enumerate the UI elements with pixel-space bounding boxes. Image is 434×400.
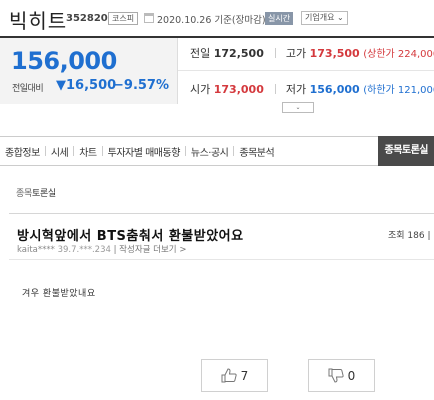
realtime-button[interactable]: 실시간 [265, 12, 294, 25]
post-body: 겨우 환불받았내요 [22, 289, 96, 299]
prev-close-label: 전일 [190, 47, 211, 60]
price-change: ▼16,500 [56, 78, 117, 93]
quote-box: 156,000 전일대비 ▼16,500 −9.57% 전일 172,500 고… [0, 38, 434, 104]
thumbs-down-icon [328, 368, 344, 383]
author-name[interactable]: kaita**** [17, 245, 55, 255]
tab-news[interactable]: 뉴스·공시 [186, 144, 233, 159]
high-value: 173,500 [309, 47, 360, 60]
author-ip: 39.7.***.234 [54, 245, 114, 255]
quote-row-2: 시가 173,000 저가 156,000 (하한가 121,000) [190, 81, 434, 97]
tab-chart[interactable]: 차트 [74, 144, 101, 159]
post-title: 방시혁앞에서 BTS춤춰서 환불받았어요 [17, 229, 244, 244]
breadcrumb-current: 토론실 [31, 189, 56, 199]
divider [9, 259, 434, 260]
like-button[interactable]: 7 [201, 359, 268, 392]
high-label: 고가 [285, 47, 307, 60]
current-price: 156,000 [11, 47, 117, 75]
chevron-down-icon: ⌄ [337, 13, 344, 22]
change-label: 전일대비 [12, 84, 44, 94]
stock-name: 빅히트 [9, 9, 68, 33]
tab-overview[interactable]: 종합정보 [0, 144, 45, 159]
dislike-button[interactable]: 0 [308, 359, 375, 392]
tab-price[interactable]: 시세 [46, 144, 73, 159]
breadcrumb-prefix: 종목 [16, 189, 32, 199]
market-badge: 코스피 [108, 12, 139, 25]
tab-investor-trading[interactable]: 투자자별 매매동향 [103, 144, 185, 159]
like-count: 7 [240, 368, 249, 383]
divider [178, 70, 434, 71]
stock-header: 빅히트 352820 코스피 2020.10.26 기준(장마감) 실시간 기업… [0, 0, 434, 36]
breadcrumb: 종목토론실 [16, 186, 56, 199]
low-value: 156,000 [309, 83, 360, 96]
dislike-count: 0 [347, 368, 356, 383]
divider [275, 48, 277, 58]
view-count: 조회 186 | [388, 231, 431, 241]
tab-bar: 종합정보 시세 차트 투자자별 매매동향 뉴스·공시 종목분석 종목토론실 [0, 136, 434, 166]
corp-info-label: 기업개요 [305, 13, 335, 22]
thumbs-up-icon [221, 368, 237, 383]
prev-close-value: 172,500 [213, 47, 264, 60]
tab-discussion[interactable]: 종목토론실 [377, 136, 434, 166]
post-author-line: kaita**** 39.7.***.234 | 작성자글 더보기 > [17, 243, 186, 255]
tab-analysis[interactable]: 종목분석 [234, 144, 279, 159]
divider [9, 213, 434, 214]
price-panel: 156,000 전일대비 ▼16,500 −9.57% [0, 38, 178, 104]
quote-date: 2020.10.26 기준(장마감) [157, 15, 266, 26]
corp-info-dropdown[interactable]: 기업개요 ⌄ [301, 11, 348, 25]
open-value: 173,000 [213, 83, 264, 96]
stock-code: 352820 [66, 13, 108, 24]
calendar-icon [144, 13, 154, 23]
quote-row-1: 전일 172,500 고가 173,500 (상한가 224,000) [190, 45, 434, 61]
lower-limit: (하한가 121,000) [363, 85, 434, 96]
open-label: 시가 [190, 83, 211, 96]
divider [275, 84, 277, 94]
low-label: 저가 [285, 83, 307, 96]
expand-quote-button[interactable]: ⌄ [282, 102, 314, 113]
author-posts-link[interactable]: | 작성자글 더보기 > [114, 245, 187, 255]
upper-limit: (상한가 224,000) [363, 49, 434, 60]
price-change-pct: −9.57% [113, 78, 169, 93]
